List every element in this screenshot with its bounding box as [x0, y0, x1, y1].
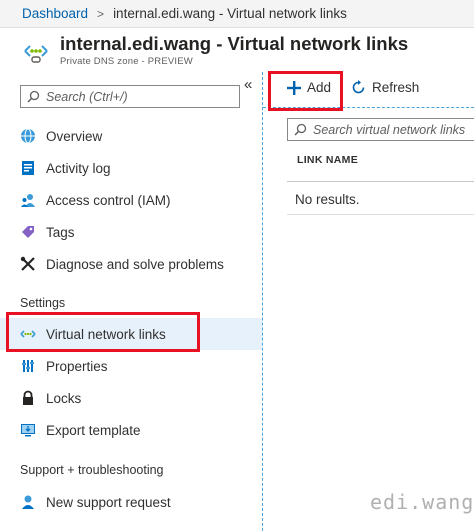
sidebar-item-overview[interactable]: Overview [0, 120, 262, 152]
page-subtitle: Private DNS zone - PREVIEW [60, 56, 193, 67]
activity-log-icon [20, 160, 36, 176]
sidebar-item-label: Properties [46, 358, 108, 374]
sidebar-item-label: Overview [46, 128, 103, 144]
column-header-link-name[interactable]: LINK NAME [297, 154, 358, 166]
page-title: internal.edi.wang - Virtual network link… [60, 33, 409, 54]
virtual-network-links-list: LINK NAME No results. [263, 108, 474, 531]
lock-icon [20, 390, 36, 406]
search-icon [294, 123, 307, 136]
settings-section-heading: Settings [20, 296, 66, 310]
sidebar-item-diagnose[interactable]: Diagnose and solve problems [0, 248, 262, 280]
people-icon [20, 192, 36, 208]
globe-icon [20, 128, 36, 144]
breadcrumb: Dashboard > internal.edi.wang - Virtual … [0, 0, 474, 28]
sidebar-item-properties[interactable]: Properties [0, 350, 262, 382]
properties-icon [20, 358, 36, 374]
sidebar-search-input[interactable] [46, 89, 226, 104]
refresh-button[interactable]: Refresh [351, 80, 419, 95]
sidebar-item-label: Export template [46, 422, 141, 438]
sidebar: « Overview Activity log Access control (… [0, 72, 262, 531]
row-divider [287, 214, 474, 215]
content-search-input[interactable] [313, 122, 474, 137]
sidebar-item-tags[interactable]: Tags [0, 216, 262, 248]
refresh-icon [352, 80, 365, 94]
tag-icon [20, 224, 36, 240]
watermark: edi.wang [370, 490, 474, 514]
breadcrumb-current: internal.edi.wang - Virtual network link… [113, 6, 347, 21]
refresh-button-label: Refresh [372, 80, 420, 95]
sidebar-item-activity-log[interactable]: Activity log [0, 152, 262, 184]
sidebar-item-label: Diagnose and solve problems [46, 256, 224, 272]
empty-state-text: No results. [295, 192, 360, 207]
sidebar-item-label: Tags [46, 224, 75, 240]
sidebar-item-label: Activity log [46, 160, 111, 176]
header-divider [287, 181, 474, 182]
sidebar-item-export-template[interactable]: Export template [0, 414, 262, 446]
support-section-heading: Support + troubleshooting [20, 463, 164, 477]
wrench-icon [20, 256, 36, 272]
breadcrumb-separator: > [97, 6, 105, 21]
export-icon [20, 422, 36, 438]
content-search[interactable] [287, 118, 474, 141]
highlight-box-add-button [268, 71, 343, 111]
sidebar-search[interactable] [20, 85, 240, 108]
sidebar-item-label: Access control (IAM) [46, 192, 171, 208]
private-dns-icon [24, 45, 48, 63]
support-person-icon [20, 494, 36, 510]
sidebar-item-label: New support request [46, 494, 171, 510]
collapse-sidebar-button[interactable]: « [244, 76, 252, 93]
sidebar-item-access-control[interactable]: Access control (IAM) [0, 184, 262, 216]
breadcrumb-dashboard-link[interactable]: Dashboard [22, 6, 88, 21]
sidebar-item-label: Locks [46, 390, 82, 406]
search-icon [27, 90, 40, 103]
page-header: internal.edi.wang - Virtual network link… [0, 28, 474, 72]
sidebar-item-locks[interactable]: Locks [0, 382, 262, 414]
highlight-box-virtual-network-links [6, 312, 200, 352]
sidebar-item-new-support-request[interactable]: New support request [0, 486, 262, 518]
